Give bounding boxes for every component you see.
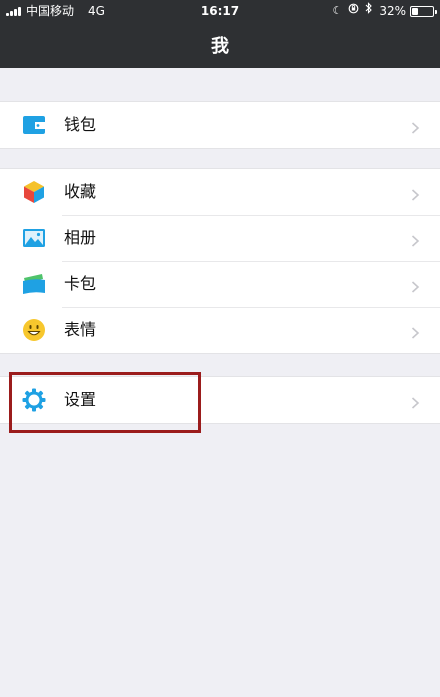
group-content: 收藏 相册 卡包 表情 (0, 168, 440, 354)
chevron-right-icon (411, 232, 420, 247)
menu-item-label: 表情 (64, 320, 97, 339)
bluetooth-icon (365, 0, 373, 22)
wallet-icon (22, 113, 46, 137)
cube-icon (22, 180, 46, 204)
menu-item-favorites[interactable]: 收藏 (0, 169, 440, 215)
moon-icon: ☾ (332, 4, 343, 17)
menu-item-label: 相册 (64, 228, 97, 247)
chevron-right-icon (411, 324, 420, 339)
menu-item-label: 收藏 (64, 182, 97, 201)
highlight-annotation-box (9, 372, 201, 433)
menu-item-stickers[interactable]: 表情 (0, 307, 440, 353)
chevron-right-icon (411, 278, 420, 293)
menu-item-cards[interactable]: 卡包 (0, 261, 440, 307)
page-title: 我 (211, 36, 229, 57)
orientation-lock-icon (348, 0, 359, 22)
photo-icon (22, 226, 46, 250)
status-right: ☾ 32% (326, 0, 437, 22)
group-wallet: 钱包 (0, 101, 440, 149)
card-holder-icon (22, 272, 46, 296)
top-bar: 中国移动 4G 16:17 ☾ 32% 我 (0, 0, 440, 68)
menu-item-wallet[interactable]: 钱包 (0, 102, 440, 148)
chevron-right-icon (411, 186, 420, 201)
smiley-icon (22, 318, 46, 342)
menu-item-label: 钱包 (64, 115, 97, 134)
chevron-right-icon (411, 119, 420, 134)
status-bar: 中国移动 4G 16:17 ☾ 32% (0, 0, 440, 22)
chevron-right-icon (411, 394, 420, 409)
menu-item-album[interactable]: 相册 (0, 215, 440, 261)
menu-item-label: 卡包 (64, 274, 97, 293)
battery-icon (410, 5, 437, 17)
battery-percent: 32% (379, 4, 406, 18)
